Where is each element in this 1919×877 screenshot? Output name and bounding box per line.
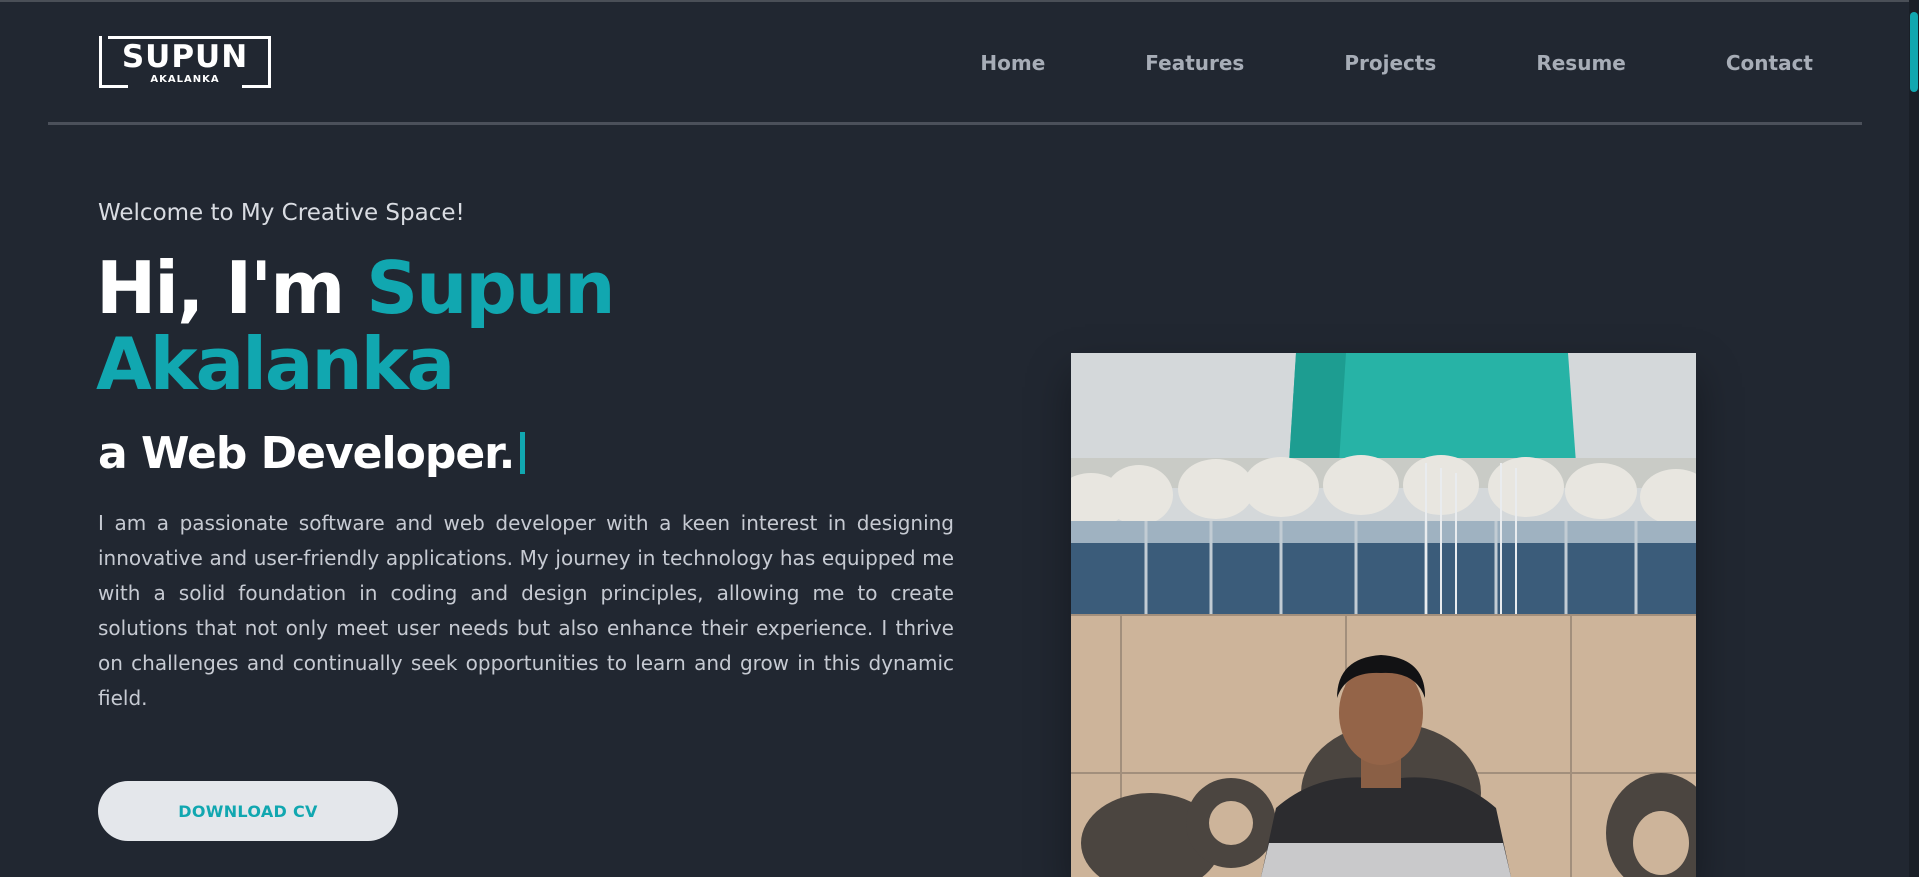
window-top-border [0, 0, 1919, 2]
logo-surname: AKALANKA [150, 74, 220, 85]
hero-first-name: Supun [366, 246, 615, 330]
logo[interactable]: SUPUN AKALANKA [99, 36, 271, 88]
page-scrollbar[interactable] [1909, 0, 1919, 877]
nav-link-home[interactable]: Home [980, 50, 1045, 76]
nav-link-contact[interactable]: Contact [1726, 50, 1813, 76]
welcome-text: Welcome to My Creative Space! [98, 200, 465, 226]
logo-name: SUPUN [121, 39, 249, 75]
scrollbar-thumb[interactable] [1910, 12, 1918, 92]
hero-greeting: Hi, I'm [96, 246, 345, 330]
nav-link-features[interactable]: Features [1145, 50, 1244, 76]
header-divider [48, 122, 1862, 125]
profile-photo [1071, 353, 1696, 877]
nav-link-resume[interactable]: Resume [1536, 50, 1626, 76]
role-text: a Web Developer. [98, 428, 515, 479]
hero-role: a Web Developer. [98, 426, 526, 482]
typing-cursor [520, 432, 526, 474]
logo-frame-corner [242, 85, 268, 88]
bio-paragraph: I am a passionate software and web devel… [98, 511, 954, 710]
hero-heading: Hi, I'm Supun Akalanka [96, 250, 856, 402]
hero-last-name: Akalanka [96, 322, 455, 406]
nav-link-projects[interactable]: Projects [1344, 50, 1436, 76]
main-nav: Home Features Projects Resume Contact [980, 50, 1813, 76]
download-cv-button[interactable]: DOWNLOAD CV [98, 781, 398, 841]
page: SUPUN AKALANKA Home Features Projects Re… [0, 0, 1919, 877]
